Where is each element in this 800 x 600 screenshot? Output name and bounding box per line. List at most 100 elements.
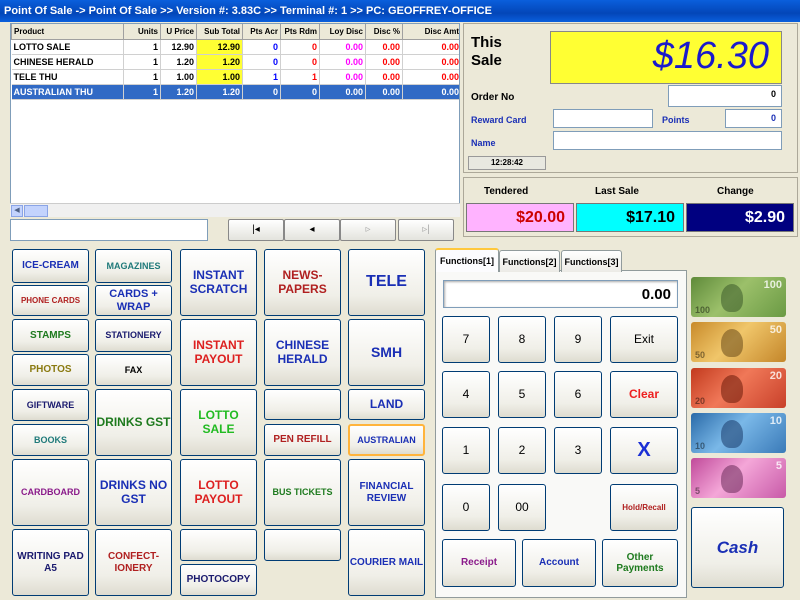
tab-functions-3[interactable]: Functions[3] (561, 250, 622, 272)
product-blank-button[interactable] (264, 389, 341, 420)
cell-subtotal: 12.90 (197, 39, 243, 54)
key-9[interactable]: 9 (554, 316, 602, 363)
col-header[interactable]: U Price (161, 24, 197, 39)
this-sale-line1: This (471, 34, 502, 52)
product-ice-cream-button[interactable]: ICE-CREAM (12, 249, 89, 283)
cell-unit-price: 1.20 (161, 54, 197, 69)
other-payments-button[interactable]: Other Payments (602, 539, 678, 587)
note-5-value: 5 (776, 460, 782, 472)
cash-100-note-icon[interactable]: 100 100 (691, 277, 786, 317)
exit-button[interactable]: Exit (610, 316, 678, 363)
col-header[interactable]: Disc Amt (403, 24, 461, 39)
horizontal-scrollbar[interactable]: ◀ (10, 203, 460, 217)
product-writing-pad-button[interactable]: WRITING PAD A5 (12, 529, 89, 596)
col-header[interactable]: Sub Total (197, 24, 243, 39)
last-record-button[interactable]: ▹| (398, 219, 454, 241)
first-record-button[interactable]: |◂ (228, 219, 284, 241)
product-stamps-button[interactable]: STAMPS (12, 319, 89, 352)
note-100-value-small: 100 (695, 305, 710, 315)
table-row-selected[interactable]: AUSTRALIAN THU 1 1.20 1.20 0 0 0.00 0.00… (12, 84, 461, 99)
product-lotto-sale-button[interactable]: LOTTO SALE (180, 389, 257, 456)
reward-card-field[interactable] (553, 109, 653, 128)
cash-20-note-icon[interactable]: 20 20 (691, 368, 786, 408)
cash-button[interactable]: Cash (691, 507, 784, 588)
table-row[interactable]: CHINESE HERALD 1 1.20 1.20 0 0 0.00 0.00… (12, 54, 461, 69)
cash-5-note-icon[interactable]: 5 5 (691, 458, 786, 498)
product-giftware-button[interactable]: GIFTWARE (12, 389, 89, 421)
key-3[interactable]: 3 (554, 427, 602, 474)
points-field[interactable]: 0 (725, 109, 782, 128)
product-cardboard-button[interactable]: CARDBOARD (12, 459, 89, 526)
table-row[interactable]: LOTTO SALE 1 12.90 12.90 0 0 0.00 0.00 0… (12, 39, 461, 54)
product-stationery-button[interactable]: STATIONERY (95, 319, 172, 352)
key-00[interactable]: 00 (498, 484, 546, 531)
product-magazines-button[interactable]: MAGAZINES (95, 249, 172, 283)
col-header[interactable]: Pts Acr (243, 24, 281, 39)
product-drinks-gst-button[interactable]: DRINKS GST (95, 389, 172, 456)
hold-recall-button[interactable]: Hold/Recall (610, 484, 678, 531)
product-phone-cards-button[interactable]: PHONE CARDS (12, 285, 89, 316)
clear-button[interactable]: Clear (610, 371, 678, 418)
cash-10-note-icon[interactable]: 10 10 (691, 413, 786, 453)
col-header[interactable]: Loy Disc (320, 24, 366, 39)
key-6[interactable]: 6 (554, 371, 602, 418)
note-portrait-icon (721, 284, 743, 312)
product-lotto-payout-button[interactable]: LOTTO PAYOUT (180, 459, 257, 526)
receipt-button[interactable]: Receipt (442, 539, 516, 587)
col-header[interactable]: Pts Rdm (281, 24, 320, 39)
cell-disc-amt: 0.00 (403, 84, 461, 99)
product-blank-button-3[interactable] (264, 529, 341, 561)
last-sale-amount: $17.10 (576, 203, 684, 232)
key-4[interactable]: 4 (442, 371, 490, 418)
cash-50-note-icon[interactable]: 50 50 (691, 322, 786, 362)
product-courier-mail-button[interactable]: COURIER MAIL (348, 529, 425, 596)
scroll-left-icon[interactable]: ◀ (11, 205, 23, 217)
cell-disc-amt: 0.00 (403, 54, 461, 69)
table-row[interactable]: TELE THU 1 1.00 1.00 1 1 0.00 0.00 0.00 (12, 69, 461, 84)
key-2[interactable]: 2 (498, 427, 546, 474)
customer-name-field[interactable] (553, 131, 782, 150)
product-newspapers-button[interactable]: NEWS-PAPERS (264, 249, 341, 316)
col-header[interactable]: Units (124, 24, 161, 39)
key-7[interactable]: 7 (442, 316, 490, 363)
next-record-button[interactable]: ▹ (340, 219, 396, 241)
order-no-field[interactable]: 0 (668, 85, 782, 107)
product-photocopy-button[interactable]: PHOTOCOPY (180, 564, 257, 596)
col-header[interactable]: Product (12, 24, 124, 39)
multiply-button[interactable]: X (610, 427, 678, 474)
tab-functions-2[interactable]: Functions[2] (499, 250, 560, 272)
col-header[interactable]: Disc % (366, 24, 403, 39)
product-smh-button[interactable]: SMH (348, 319, 425, 386)
product-books-button[interactable]: BOOKS (12, 424, 89, 456)
cell-units: 1 (124, 54, 161, 69)
product-tele-button[interactable]: TELE (348, 249, 425, 316)
product-drinks-no-gst-button[interactable]: DRINKS NO GST (95, 459, 172, 526)
key-5[interactable]: 5 (498, 371, 546, 418)
account-button[interactable]: Account (522, 539, 596, 587)
product-chinese-herald-button[interactable]: CHINESE HERALD (264, 319, 341, 386)
barcode-input[interactable] (10, 219, 208, 241)
product-financial-review-button[interactable]: FINANCIAL REVIEW (348, 459, 425, 526)
prev-record-button[interactable]: ◂ (284, 219, 340, 241)
product-instant-scratch-button[interactable]: INSTANT SCRATCH (180, 249, 257, 316)
scroll-thumb[interactable] (24, 205, 48, 217)
product-confectionery-button[interactable]: CONFECT-IONERY (95, 529, 172, 596)
key-1[interactable]: 1 (442, 427, 490, 474)
tender-panel: Tendered Last Sale Change $20.00 $17.10 … (463, 177, 798, 237)
clock-display: 12:28:42 (468, 156, 546, 170)
product-australian-button[interactable]: AUSTRALIAN (348, 424, 425, 456)
product-photos-button[interactable]: PHOTOS (12, 354, 89, 386)
key-8[interactable]: 8 (498, 316, 546, 363)
note-portrait-icon (721, 329, 743, 357)
key-0[interactable]: 0 (442, 484, 490, 531)
product-land-button[interactable]: LAND (348, 389, 425, 420)
product-cards-wrap-button[interactable]: CARDS + WRAP (95, 285, 172, 316)
sales-grid[interactable]: Product Units U Price Sub Total Pts Acr … (10, 23, 460, 213)
product-fax-button[interactable]: FAX (95, 354, 172, 386)
product-bus-tickets-button[interactable]: BUS TICKETS (264, 459, 341, 526)
tab-functions-1[interactable]: Functions[1] (435, 248, 499, 272)
product-blank-button-2[interactable] (180, 529, 257, 561)
product-instant-payout-button[interactable]: INSTANT PAYOUT (180, 319, 257, 386)
product-pen-refill-button[interactable]: PEN REFILL (264, 424, 341, 456)
keypad-display: 0.00 (443, 280, 678, 308)
